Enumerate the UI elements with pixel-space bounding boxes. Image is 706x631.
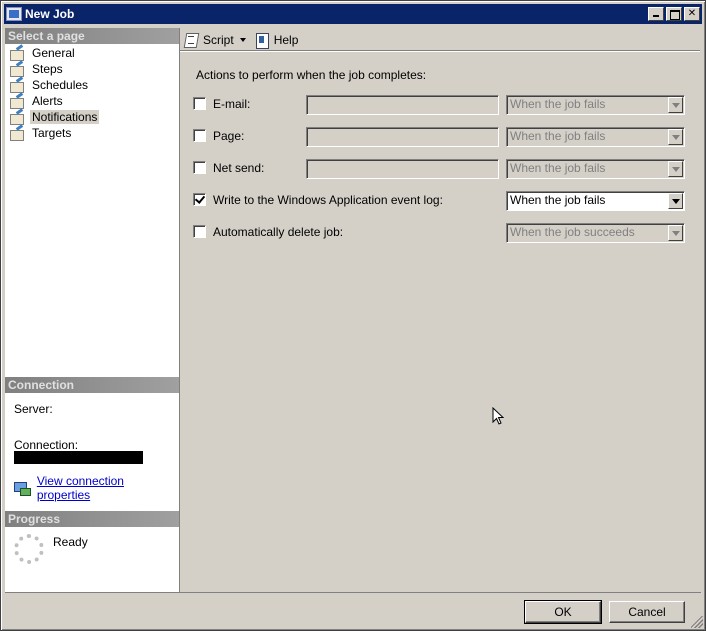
help-button[interactable]: Help (254, 32, 299, 49)
chevron-down-icon[interactable] (668, 193, 683, 209)
view-connection-properties[interactable]: View connection properties (14, 474, 179, 502)
page-item-label: Notifications (30, 110, 100, 124)
page-item-targets[interactable]: Targets (5, 125, 179, 141)
event-log-row: Write to the Windows Application event l… (193, 190, 693, 211)
net-send-row: Net send: When the job fails (193, 158, 693, 179)
page-item-alerts[interactable]: Alerts (5, 93, 179, 109)
page-item-label: Schedules (32, 78, 89, 92)
new-job-window: New Job ✕ Select a page General Steps Sc… (0, 0, 706, 631)
page-operator-select[interactable] (306, 127, 499, 147)
page-list: General Steps Schedules Alerts Notificat… (5, 45, 179, 141)
page-wrench-icon (9, 62, 25, 77)
net-send-checkbox[interactable] (193, 161, 206, 174)
chevron-down-icon[interactable] (668, 225, 683, 241)
email-condition-select[interactable]: When the job fails (506, 95, 685, 115)
progress-spinner-icon (14, 534, 44, 564)
mouse-cursor-icon (492, 407, 504, 425)
page-item-label: General (32, 46, 75, 60)
delete-job-label: Automatically delete job: (213, 225, 344, 239)
window-app-icon (6, 7, 22, 21)
close-button[interactable]: ✕ (684, 7, 700, 21)
toolbar: Script Help (180, 28, 700, 52)
net-send-condition-select[interactable]: When the job fails (506, 159, 685, 179)
net-send-label: Net send: (213, 161, 265, 175)
page-item-label: Steps (32, 62, 63, 76)
page-wrench-icon (9, 126, 25, 141)
cancel-button[interactable]: Cancel (609, 601, 685, 623)
script-dropdown-arrow-icon[interactable] (239, 37, 246, 42)
progress-header: Progress (5, 511, 179, 527)
select-page-header: Select a page (5, 28, 179, 44)
page-wrench-icon (9, 94, 25, 109)
script-label: Script (203, 32, 234, 47)
net-send-condition-value: When the job fails (510, 161, 606, 175)
page-checkbox[interactable] (193, 129, 206, 142)
resize-grip-icon[interactable] (691, 616, 703, 628)
event-log-condition-select[interactable]: When the job fails (506, 191, 685, 211)
page-condition-value: When the job fails (510, 129, 606, 143)
page-item-label: Targets (32, 126, 72, 140)
event-log-checkbox[interactable] (193, 193, 206, 206)
left-panel: Select a page General Steps Schedules Al… (5, 28, 180, 592)
maximize-button[interactable] (666, 7, 682, 21)
page-item-notifications[interactable]: Notifications (5, 109, 179, 125)
script-button[interactable]: Script (183, 32, 246, 48)
server-label: Server: (14, 402, 53, 416)
chevron-down-icon[interactable] (668, 129, 683, 145)
delete-job-condition-value: When the job succeeds (510, 225, 635, 239)
view-connection-link[interactable]: View connection properties (37, 474, 179, 502)
delete-job-row: Automatically delete job: When the job s… (193, 222, 693, 243)
email-row: E-mail: When the job fails (193, 94, 693, 115)
page-item-steps[interactable]: Steps (5, 61, 179, 77)
page-wrench-icon (9, 46, 25, 61)
connection-label: Connection: (14, 438, 79, 452)
page-wrench-icon (9, 78, 25, 93)
dialog-button-bar: OK Cancel (5, 592, 701, 628)
window-title: New Job (25, 7, 75, 21)
notifications-content: Actions to perform when the job complete… (180, 52, 700, 592)
page-wrench-icon (9, 110, 25, 125)
actions-heading: Actions to perform when the job complete… (196, 68, 427, 82)
page-row: Page: When the job fails (193, 126, 693, 147)
page-label: Page: (213, 129, 245, 143)
email-condition-value: When the job fails (510, 97, 606, 111)
minimize-button[interactable] (648, 7, 664, 21)
title-bar[interactable]: New Job ✕ (4, 4, 702, 24)
page-item-general[interactable]: General (5, 45, 179, 61)
delete-job-checkbox[interactable] (193, 225, 206, 238)
email-checkbox[interactable] (193, 97, 206, 110)
delete-job-condition-select[interactable]: When the job succeeds (506, 223, 685, 243)
connection-header: Connection (5, 377, 179, 393)
event-log-condition-value: When the job fails (510, 193, 606, 207)
net-send-operator-select[interactable] (306, 159, 499, 179)
chevron-down-icon[interactable] (668, 97, 683, 113)
event-log-label: Write to the Windows Application event l… (213, 193, 443, 207)
email-operator-select[interactable] (306, 95, 499, 115)
connection-properties-icon (14, 481, 31, 496)
chevron-down-icon[interactable] (668, 161, 683, 177)
help-icon (254, 32, 270, 49)
page-item-schedules[interactable]: Schedules (5, 77, 179, 93)
progress-status: Ready (53, 535, 88, 549)
page-condition-select[interactable]: When the job fails (506, 127, 685, 147)
ok-button[interactable]: OK (524, 600, 602, 624)
help-label: Help (273, 32, 299, 47)
connection-value-redacted (14, 451, 143, 464)
script-icon (183, 32, 199, 48)
page-item-label: Alerts (32, 94, 63, 108)
email-label: E-mail: (213, 97, 251, 111)
